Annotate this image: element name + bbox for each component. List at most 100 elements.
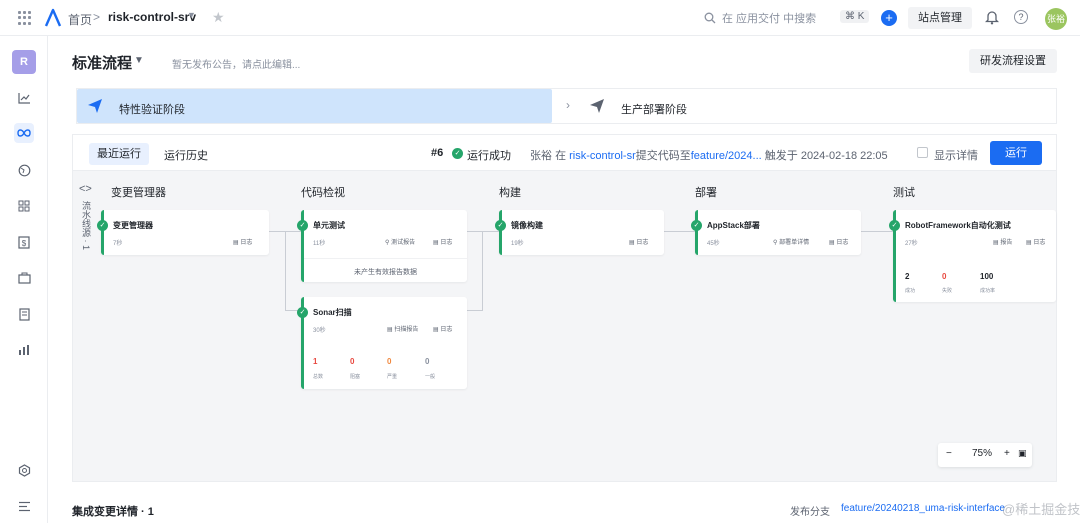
report-label: 测试报告 (391, 240, 416, 246)
flow-settings-button[interactable]: 研发流程设置 (969, 49, 1057, 73)
document-icon[interactable] (14, 304, 34, 324)
job-sonar-scan[interactable]: ✓ Sonar扫描 30秒 ▤ 扫描报告 ▤ 日志 1 0 0 0 总数 阻塞 … (297, 297, 467, 389)
search-shortcut: ⌘ K (840, 10, 870, 23)
breadcrumb-project[interactable]: risk-control-srv (108, 10, 196, 24)
job-unit-test[interactable]: ✓ 单元测试 11秒 ⚲ 测试报告 ▤ 日志 未产生有效报告数据 (297, 210, 467, 282)
chart-line-icon[interactable] (14, 88, 34, 108)
job-duration: 11秒 (313, 241, 326, 247)
connector-line (285, 231, 299, 311)
logo-icon[interactable] (44, 8, 62, 28)
top-bar: 首页 > risk-control-srv ▼ ★ 在 应用交付 中搜索 ⌘ K… (0, 0, 1080, 36)
column-title: 构建 (499, 187, 521, 199)
billing-icon[interactable]: $ (14, 232, 34, 252)
job-robot-framework[interactable]: ✓ RobotFramework自动化测试 27秒 ▤ 报告 ▤ 日志 2 0 … (889, 210, 1056, 302)
job-image-build[interactable]: ✓ 镜像构建 19秒 ▤ 日志 (495, 210, 664, 255)
integration-changes-title: 集成变更详情 · 1 (72, 506, 154, 518)
breadcrumb-home[interactable]: 首页 (68, 11, 92, 28)
connector-line (467, 231, 499, 232)
report-link[interactable]: ▤ 扫描报告 (387, 324, 418, 333)
stat-value: 0 (942, 272, 947, 281)
apps-icon[interactable] (14, 196, 34, 216)
stat-value: 100 (980, 272, 994, 281)
paper-plane-icon (590, 99, 604, 113)
trigger-time: 触发于 2024-02-18 22:05 (764, 150, 888, 162)
tab-run-history[interactable]: 运行历史 (164, 147, 208, 163)
zoom-control: − 75% + ▣ (938, 443, 1032, 467)
report-link[interactable]: ⚲ 测试报告 (385, 237, 415, 246)
log-link[interactable]: ▤ 日志 (433, 324, 452, 333)
stat-value: 2 (905, 272, 910, 281)
pipeline-infinity-icon[interactable] (14, 123, 34, 143)
job-name: 单元测试 (313, 221, 345, 230)
repo-link[interactable]: risk-control-sr (569, 150, 636, 162)
connector-line (861, 231, 893, 232)
zoom-in-button[interactable]: + (1004, 448, 1010, 459)
status-bar (101, 210, 104, 255)
log-label: 日志 (240, 240, 253, 246)
settings-icon[interactable] (14, 460, 34, 480)
job-name: RobotFramework自动化测试 (905, 221, 1011, 230)
show-details-label[interactable]: 显示详情 (934, 147, 978, 163)
tab-recent-run[interactable]: 最近运行 (89, 143, 149, 165)
stat-label: 总数 (313, 374, 324, 380)
run-number[interactable]: #6 (431, 147, 443, 159)
watermark: @稀土掘金技术社区 (1002, 502, 1080, 517)
stage-label[interactable]: 生产部署阶段 (621, 101, 687, 117)
report-link[interactable]: ▤ 报告 (993, 237, 1012, 246)
app-grid-icon[interactable] (18, 11, 32, 25)
connector-line (482, 231, 483, 311)
status-bar (695, 210, 698, 255)
job-duration: 30秒 (313, 328, 326, 334)
job-duration: 45秒 (707, 241, 720, 247)
project-badge[interactable]: R (12, 50, 36, 74)
stage-label[interactable]: 特性验证阶段 (119, 101, 185, 117)
stat-label: 成功 (905, 288, 916, 294)
paper-plane-icon (88, 99, 102, 113)
stat-value: 0 (425, 357, 430, 366)
run-user: 张裕 (530, 150, 552, 162)
show-details-checkbox[interactable] (917, 147, 928, 158)
page-title[interactable]: 标准流程 (72, 52, 132, 73)
stat-label: 阻塞 (350, 374, 361, 380)
job-change-manager[interactable]: ✓ 变更管理器 7秒 ▤ 日志 (97, 210, 269, 255)
log-link[interactable]: ▤ 日志 (233, 237, 252, 246)
chevron-down-icon[interactable]: ▼ (134, 55, 144, 66)
connector-line (467, 310, 483, 311)
release-branch-link[interactable]: feature/20240218_uma-risk-interface (841, 503, 1005, 514)
create-button[interactable]: + (881, 10, 897, 26)
collapse-sidebar-icon[interactable] (14, 496, 34, 516)
job-duration: 7秒 (113, 241, 123, 247)
check-circle-icon: ✓ (495, 220, 506, 231)
status-bar (499, 210, 502, 255)
help-icon[interactable]: ? (1014, 10, 1028, 24)
pipeline-source-label: 流水线源 · 1 (81, 201, 91, 251)
check-circle-icon: ✓ (297, 220, 308, 231)
chevron-down-icon[interactable]: ▼ (187, 10, 196, 20)
sidebar: R $ (0, 36, 48, 523)
search-box[interactable]: 在 应用交付 中搜索 (704, 10, 816, 26)
report-link[interactable]: ⚲ 部署单详情 (773, 237, 809, 246)
globe-icon[interactable] (14, 160, 34, 180)
log-link[interactable]: ▤ 日志 (433, 237, 452, 246)
code-icon[interactable]: <> (79, 183, 92, 195)
bar-chart-icon[interactable] (14, 340, 34, 360)
package-icon[interactable] (14, 268, 34, 288)
job-appstack-deploy[interactable]: ✓ AppStack部署 45秒 ⚲ 部署单详情 ▤ 日志 (691, 210, 861, 255)
run-button[interactable]: 运行 (990, 141, 1042, 165)
check-circle-icon: ✓ (889, 220, 900, 231)
run-status: 运行成功 (467, 150, 511, 162)
site-manage-button[interactable]: 站点管理 (908, 7, 972, 29)
announcement-text[interactable]: 暂无发布公告，请点此编辑... (172, 56, 300, 71)
stat-label: 成功率 (980, 288, 996, 294)
log-link[interactable]: ▤ 日志 (829, 237, 848, 246)
log-link[interactable]: ▤ 日志 (629, 237, 648, 246)
star-icon[interactable]: ★ (212, 9, 225, 26)
avatar[interactable]: 张裕 (1045, 8, 1067, 30)
bell-icon[interactable] (985, 9, 999, 25)
fit-screen-icon[interactable]: ▣ (1018, 448, 1027, 459)
log-label: 日志 (636, 240, 649, 246)
branch-link[interactable]: feature/2024... (691, 150, 762, 162)
run-info: 张裕 在 risk-control-sr提交代码至feature/2024...… (530, 147, 888, 163)
zoom-out-button[interactable]: − (946, 448, 952, 459)
log-link[interactable]: ▤ 日志 (1026, 237, 1045, 246)
